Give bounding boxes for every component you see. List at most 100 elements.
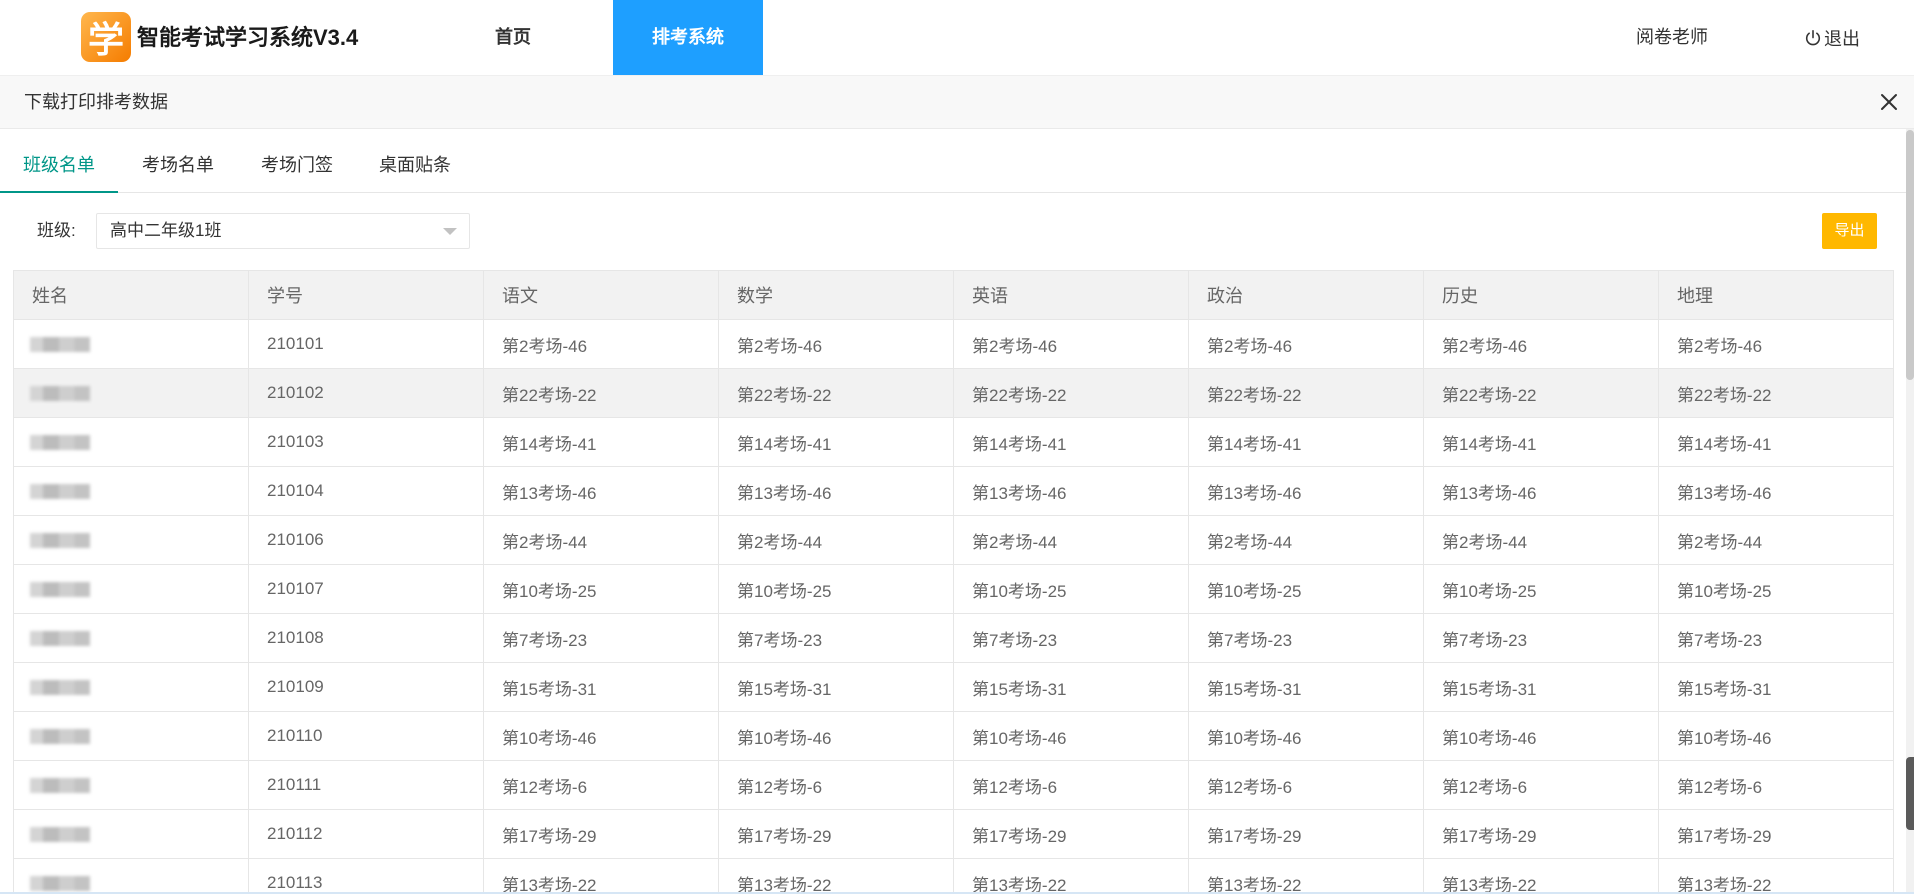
- close-icon[interactable]: [1879, 92, 1899, 112]
- exam-room-cell: 第13考场-22: [483, 858, 719, 894]
- exam-room-cell: 第12考场-6: [1658, 760, 1894, 810]
- exam-room-cell: 第14考场-41: [1423, 417, 1659, 467]
- table-row[interactable]: 210101 第2考场-46 第2考场-46 第2考场-46 第2考场-46 第2考场-4…: [13, 319, 1894, 369]
- exam-room-cell: 第14考场-41: [1188, 417, 1424, 467]
- student-id-cell: 210110: [248, 711, 484, 761]
- arrangement-table: 姓名 学号 语文 数学 英语 政治 历史 地理 210101 第2考场-46 第2考…: [13, 270, 1894, 894]
- exam-room-cell: 第10考场-46: [483, 711, 719, 761]
- student-id-cell: 210107: [248, 564, 484, 614]
- exam-room-cell: 第13考场-46: [718, 466, 954, 516]
- tab-bar: 班级名单 考场名单 考场门签 桌面贴条: [0, 129, 1906, 193]
- exam-room-cell: 第2考场-46: [1658, 319, 1894, 369]
- exam-room-cell: 第14考场-41: [1658, 417, 1894, 467]
- exam-room-cell: 第22考场-22: [953, 368, 1189, 418]
- exam-room-cell: 第2考场-44: [1658, 515, 1894, 565]
- table-row[interactable]: 210104 第13考场-46 第13考场-46 第13考场-46 第13考场-46 第1…: [13, 466, 1894, 516]
- exam-room-cell: 第13考场-46: [483, 466, 719, 516]
- class-select-value: 高中二年级1班: [110, 221, 222, 240]
- student-name-cell: [13, 760, 249, 810]
- student-name-redacted: [30, 728, 90, 744]
- class-filter-label: 班级:: [37, 221, 76, 240]
- exam-room-cell: 第15考场-31: [1188, 662, 1424, 712]
- exam-room-cell: 第2考场-46: [953, 319, 1189, 369]
- exam-room-cell: 第10考场-46: [1658, 711, 1894, 761]
- student-name-redacted: [30, 385, 90, 401]
- class-select[interactable]: 高中二年级1班: [96, 213, 470, 249]
- exam-room-cell: 第13考场-22: [1423, 858, 1659, 894]
- table-row[interactable]: 210103 第14考场-41 第14考场-41 第14考场-41 第14考场-41 第1…: [13, 417, 1894, 467]
- exam-room-cell: 第13考场-46: [1423, 466, 1659, 516]
- column-header-chinese: 语文: [483, 270, 719, 320]
- scrollbar-thumb[interactable]: [1906, 130, 1914, 380]
- app-title: 智能考试学习系统V3.4: [137, 25, 359, 50]
- logout-button[interactable]: 退出: [1804, 0, 1860, 75]
- logout-label: 退出: [1824, 28, 1860, 49]
- student-name-redacted: [30, 532, 90, 548]
- exam-room-cell: 第13考场-22: [1188, 858, 1424, 894]
- student-id-cell: 210103: [248, 417, 484, 467]
- exam-room-cell: 第12考场-6: [1188, 760, 1424, 810]
- exam-room-cell: 第15考场-31: [1423, 662, 1659, 712]
- export-button[interactable]: 导出: [1822, 213, 1877, 249]
- tab-exam-room-roster[interactable]: 考场名单: [118, 129, 238, 193]
- exam-room-cell: 第2考场-44: [953, 515, 1189, 565]
- student-name-redacted: [30, 434, 90, 450]
- student-name-cell: [13, 466, 249, 516]
- nav-item-home[interactable]: 首页: [463, 0, 563, 75]
- table-row[interactable]: 210109 第15考场-31 第15考场-31 第15考场-31 第15考场-31 第1…: [13, 662, 1894, 712]
- table-row[interactable]: 210113 第13考场-22 第13考场-22 第13考场-22 第13考场-22 第1…: [13, 858, 1894, 894]
- exam-room-cell: 第22考场-22: [1423, 368, 1659, 418]
- exam-room-cell: 第10考场-25: [953, 564, 1189, 614]
- table-row[interactable]: 210106 第2考场-44 第2考场-44 第2考场-44 第2考场-44 第2考场-4…: [13, 515, 1894, 565]
- nav-item-exam-arrangement[interactable]: 排考系统: [613, 0, 763, 75]
- exam-room-cell: 第2考场-44: [483, 515, 719, 565]
- column-header-history: 历史: [1423, 270, 1659, 320]
- exam-room-cell: 第7考场-23: [1658, 613, 1894, 663]
- side-float-handle[interactable]: [1906, 757, 1914, 830]
- exam-room-cell: 第13考场-22: [953, 858, 1189, 894]
- dialog-title: 下载打印排考数据: [24, 92, 168, 112]
- tab-class-roster[interactable]: 班级名单: [0, 129, 118, 193]
- exam-room-cell: 第17考场-29: [1658, 809, 1894, 859]
- top-navbar: 学 智能考试学习系统V3.4 首页 排考系统 阅卷老师 退出: [0, 0, 1914, 75]
- exam-room-cell: 第22考场-22: [718, 368, 954, 418]
- exam-room-cell: 第12考场-6: [718, 760, 954, 810]
- column-header-geography: 地理: [1658, 270, 1894, 320]
- table-row[interactable]: 210107 第10考场-25 第10考场-25 第10考场-25 第10考场-25 第1…: [13, 564, 1894, 614]
- exam-room-cell: 第13考场-46: [953, 466, 1189, 516]
- student-name-redacted: [30, 826, 90, 842]
- app-logo[interactable]: 学: [81, 12, 131, 62]
- table-row[interactable]: 210110 第10考场-46 第10考场-46 第10考场-46 第10考场-46 第1…: [13, 711, 1894, 761]
- exam-room-cell: 第12考场-6: [953, 760, 1189, 810]
- table-body: 210101 第2考场-46 第2考场-46 第2考场-46 第2考场-46 第2考场-4…: [13, 319, 1894, 894]
- table-row[interactable]: 210102 第22考场-22 第22考场-22 第22考场-22 第22考场-22 第2…: [13, 368, 1894, 418]
- exam-room-cell: 第14考场-41: [483, 417, 719, 467]
- table-row[interactable]: 210112 第17考场-29 第17考场-29 第17考场-29 第17考场-29 第1…: [13, 809, 1894, 859]
- exam-room-cell: 第17考场-29: [1188, 809, 1424, 859]
- student-name-cell: [13, 858, 249, 894]
- exam-room-cell: 第10考场-25: [483, 564, 719, 614]
- tab-desk-label[interactable]: 桌面贴条: [356, 129, 474, 193]
- column-header-name: 姓名: [13, 270, 249, 320]
- exam-room-cell: 第17考场-29: [1423, 809, 1659, 859]
- dialog-header: 下载打印排考数据: [0, 75, 1914, 129]
- user-menu[interactable]: 阅卷老师: [1636, 0, 1708, 75]
- exam-room-cell: 第15考场-31: [483, 662, 719, 712]
- student-name-cell: [13, 368, 249, 418]
- table-header-row: 姓名 学号 语文 数学 英语 政治 历史 地理: [13, 270, 1894, 320]
- arrangement-table-container[interactable]: 姓名 学号 语文 数学 英语 政治 历史 地理 210101 第2考场-46 第2考…: [13, 270, 1894, 894]
- exam-room-cell: 第22考场-22: [1658, 368, 1894, 418]
- student-name-redacted: [30, 875, 90, 891]
- exam-room-cell: 第14考场-41: [718, 417, 954, 467]
- exam-room-cell: 第2考场-44: [1188, 515, 1424, 565]
- student-name-redacted: [30, 483, 90, 499]
- student-id-cell: 210102: [248, 368, 484, 418]
- exam-room-cell: 第10考场-25: [1188, 564, 1424, 614]
- table-row[interactable]: 210111 第12考场-6 第12考场-6 第12考场-6 第12考场-6 第12考场-…: [13, 760, 1894, 810]
- student-id-cell: 210112: [248, 809, 484, 859]
- tab-exam-room-door-sign[interactable]: 考场门签: [238, 129, 356, 193]
- exam-room-cell: 第13考场-46: [1658, 466, 1894, 516]
- table-row[interactable]: 210108 第7考场-23 第7考场-23 第7考场-23 第7考场-23 第7考场-2…: [13, 613, 1894, 663]
- exam-room-cell: 第15考场-31: [953, 662, 1189, 712]
- power-icon: [1804, 29, 1822, 47]
